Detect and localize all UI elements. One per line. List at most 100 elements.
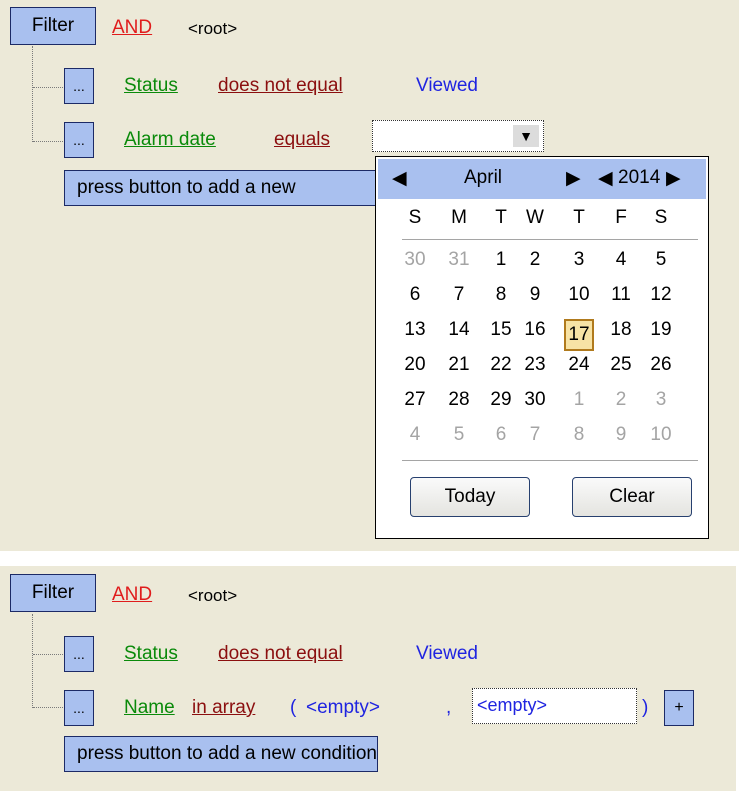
calendar-day[interactable]: 6: [486, 424, 516, 446]
calendar-day[interactable]: 16: [520, 319, 550, 341]
calendar-day[interactable]: 2: [520, 249, 550, 271]
calendar-day[interactable]: 4: [606, 249, 636, 271]
add-condition-label: press button to add a new condition: [77, 743, 377, 764]
value-link[interactable]: Viewed: [416, 643, 478, 665]
field-link-status[interactable]: Status: [124, 75, 178, 97]
today-button[interactable]: Today: [410, 477, 530, 517]
calendar-day[interactable]: 15: [486, 319, 516, 341]
calendar-day[interactable]: 19: [646, 319, 676, 341]
calendar-day[interactable]: 14: [444, 319, 474, 341]
dropdown-arrow-icon[interactable]: ▼: [513, 125, 539, 147]
operator-link[interactable]: does not equal: [218, 643, 343, 665]
prev-month-icon[interactable]: ◀: [392, 167, 407, 190]
clear-button[interactable]: Clear: [572, 477, 692, 517]
calendar-day[interactable]: 12: [646, 284, 676, 306]
calendar-day[interactable]: 27: [400, 389, 430, 411]
calendar-day[interactable]: 5: [444, 424, 474, 446]
year-label[interactable]: 2014: [618, 167, 660, 189]
add-condition-button[interactable]: press button to add a new: [64, 170, 378, 206]
calendar-day[interactable]: 25: [606, 354, 636, 376]
group-operator-link[interactable]: AND: [112, 584, 152, 606]
calendar-day[interactable]: 13: [400, 319, 430, 341]
field-link-name[interactable]: Name: [124, 697, 175, 719]
condition-menu-button[interactable]: ...: [64, 122, 94, 158]
calendar-day[interactable]: 31: [444, 249, 474, 271]
calendar-day[interactable]: 29: [486, 389, 516, 411]
prev-year-icon[interactable]: ◀: [598, 167, 613, 190]
calendar-day[interactable]: 22: [486, 354, 516, 376]
weekday-label: T: [573, 207, 585, 228]
array-item-2-input[interactable]: <empty>: [472, 688, 637, 724]
calendar-divider: [402, 239, 698, 240]
tree-branch: [33, 654, 63, 655]
field-link-alarm-date[interactable]: Alarm date: [124, 129, 216, 151]
add-condition-label: press button to add a new: [77, 177, 296, 198]
root-label: <root>: [188, 19, 238, 38]
condition-menu-button[interactable]: ...: [64, 690, 94, 726]
field-link-status[interactable]: Status: [124, 643, 178, 665]
calendar-day[interactable]: 24: [564, 354, 594, 376]
calendar-day[interactable]: 3: [646, 389, 676, 411]
tree-line: [32, 614, 33, 708]
calendar-day[interactable]: 21: [444, 354, 474, 376]
calendar-day[interactable]: 1: [564, 389, 594, 411]
weekday-label: W: [526, 207, 544, 228]
condition-menu-button[interactable]: ...: [64, 68, 94, 104]
weekday-label: M: [451, 207, 467, 228]
calendar-day[interactable]: 11: [606, 284, 636, 306]
tree-line: [32, 46, 33, 142]
condition-menu-button[interactable]: ...: [64, 636, 94, 672]
calendar-day[interactable]: 2: [606, 389, 636, 411]
operator-link[interactable]: does not equal: [218, 75, 343, 97]
operator-link[interactable]: in array: [192, 697, 255, 719]
array-item-1[interactable]: <empty>: [306, 697, 380, 719]
operator-link[interactable]: equals: [274, 129, 330, 151]
calendar-day[interactable]: 7: [520, 424, 550, 446]
add-array-item-button[interactable]: +: [664, 690, 694, 726]
calendar-day[interactable]: 26: [646, 354, 676, 376]
filter-button[interactable]: Filter: [10, 7, 96, 45]
tree-branch: [33, 87, 63, 88]
calendar-day[interactable]: 17: [564, 319, 594, 351]
weekday-label: T: [495, 207, 507, 228]
calendar-day[interactable]: 23: [520, 354, 550, 376]
calendar-day[interactable]: 10: [564, 284, 594, 306]
next-year-icon[interactable]: ▶: [666, 167, 681, 190]
calendar-day[interactable]: 1: [486, 249, 516, 271]
calendar-day[interactable]: 20: [400, 354, 430, 376]
calendar-day[interactable]: 3: [564, 249, 594, 271]
calendar-day[interactable]: 9: [520, 284, 550, 306]
calendar-day[interactable]: 7: [444, 284, 474, 306]
filter-panel-date: Filter AND <root> ... Status does not eq…: [0, 0, 739, 551]
date-picker-popup: ◀ April ▶ ◀ 2014 ▶ SMTWTFS 30 31 1 2 3 4 5 6 7 8 9…: [375, 156, 709, 539]
add-condition-button[interactable]: press button to add a new condition: [64, 736, 378, 772]
month-label[interactable]: April: [464, 167, 502, 189]
tree-branch: [33, 707, 63, 708]
weekday-label: F: [615, 207, 627, 228]
weekday-label: S: [408, 207, 422, 228]
calendar-day[interactable]: 10: [646, 424, 676, 446]
calendar-header: ◀ April ▶ ◀ 2014 ▶: [378, 159, 706, 199]
value-link[interactable]: Viewed: [416, 75, 478, 97]
weekday-label: S: [654, 207, 668, 228]
calendar-day[interactable]: 5: [646, 249, 676, 271]
array-close-paren: ): [642, 697, 649, 718]
root-label: <root>: [188, 586, 238, 605]
next-month-icon[interactable]: ▶: [566, 167, 581, 190]
array-open-paren: (: [290, 697, 297, 718]
calendar-day[interactable]: 28: [444, 389, 474, 411]
calendar-day[interactable]: 30: [520, 389, 550, 411]
calendar-day[interactable]: 8: [564, 424, 594, 446]
calendar-day[interactable]: 9: [606, 424, 636, 446]
calendar-day[interactable]: 6: [400, 284, 430, 306]
tree-branch: [33, 141, 63, 142]
filter-button[interactable]: Filter: [10, 574, 96, 612]
group-operator-link[interactable]: AND: [112, 17, 152, 39]
calendar-day[interactable]: 30: [400, 249, 430, 271]
calendar-divider: [402, 460, 698, 461]
date-value-field[interactable]: ▼: [372, 120, 544, 152]
array-comma: ,: [446, 697, 452, 718]
calendar-day[interactable]: 18: [606, 319, 636, 341]
calendar-day[interactable]: 8: [486, 284, 516, 306]
calendar-day[interactable]: 4: [400, 424, 430, 446]
